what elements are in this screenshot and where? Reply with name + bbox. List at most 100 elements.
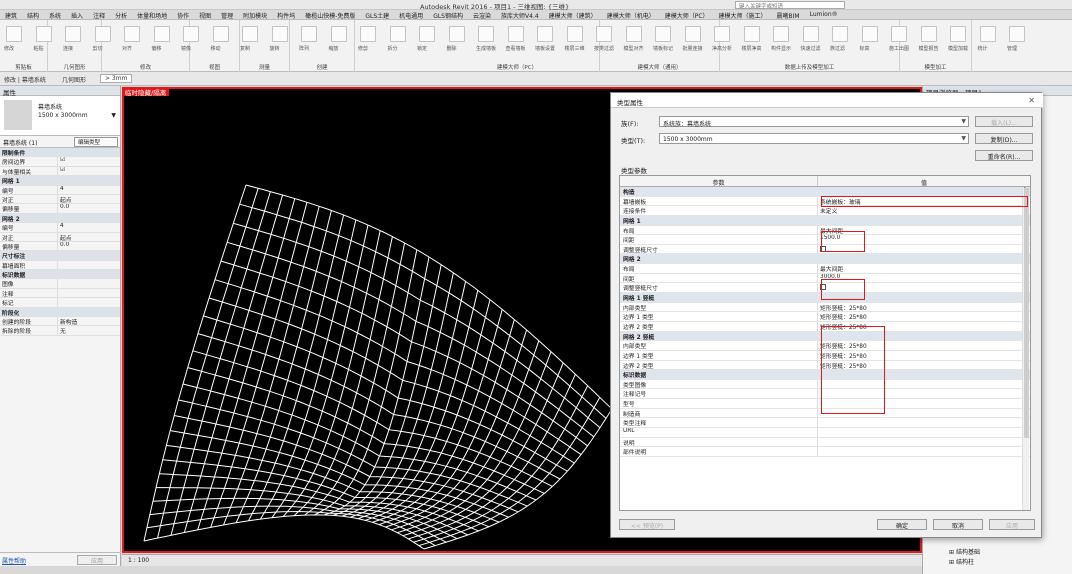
ribbon-button-icon[interactable]: [360, 26, 376, 42]
tab-12[interactable]: 橄榄山快模-免费版: [300, 10, 360, 20]
property-category[interactable]: 标识数据: [0, 270, 120, 280]
param-category[interactable]: 网格 1 竖梃⌃: [620, 293, 1030, 303]
param-value[interactable]: 矩形竖梃：25*80: [818, 312, 1030, 321]
property-value[interactable]: 0.0: [58, 242, 120, 250]
chevron-down-icon[interactable]: ▼: [111, 112, 116, 119]
param-row[interactable]: 注释记号: [620, 389, 1030, 400]
param-value[interactable]: [818, 380, 1030, 389]
param-row[interactable]: 间距 1500.0: [620, 235, 1030, 245]
ribbon-button-icon[interactable]: [271, 26, 288, 42]
ribbon-button-icon[interactable]: [478, 26, 494, 42]
param-row[interactable]: 边界 1 类型 矩形竖梃：25*80: [620, 350, 1030, 361]
param-row[interactable]: 边界 1 类型 矩形竖梃：25*80: [620, 312, 1030, 322]
tab-11[interactable]: 构件坞: [272, 10, 300, 20]
param-row[interactable]: 型号: [620, 399, 1030, 409]
param-value[interactable]: [818, 447, 1030, 456]
tab-9[interactable]: 管理: [216, 10, 238, 20]
ribbon-button-icon[interactable]: [301, 26, 317, 42]
property-row[interactable]: 拆除的阶段无: [0, 326, 120, 336]
tab-13[interactable]: GLS土建: [360, 10, 394, 20]
tab-10[interactable]: 附加模块: [238, 10, 272, 20]
property-category[interactable]: 阶段化: [0, 307, 120, 318]
preview-button[interactable]: << 预览(P): [619, 519, 675, 530]
param-checkbox[interactable]: [818, 283, 1030, 292]
param-row[interactable]: 连接条件 未定义: [620, 206, 1030, 216]
param-row[interactable]: 说明: [620, 437, 1030, 448]
ribbon-button-icon[interactable]: [832, 26, 848, 42]
ok-button[interactable]: 确定: [877, 519, 927, 530]
tab-0[interactable]: 建筑: [0, 10, 22, 20]
property-value[interactable]: 起点: [58, 195, 120, 203]
param-row[interactable]: 调整竖梃尺寸: [620, 283, 1030, 294]
property-value[interactable]: 0.0: [58, 204, 120, 212]
ribbon-button-icon[interactable]: [1009, 26, 1025, 42]
param-value[interactable]: [818, 428, 1030, 437]
property-row[interactable]: 与体量相关 ☑: [0, 166, 120, 177]
property-row[interactable]: 编号 4: [0, 185, 120, 195]
tab-4[interactable]: 注释: [88, 10, 110, 20]
param-value[interactable]: 矩形竖梃：25*80: [818, 322, 1030, 331]
tab-21[interactable]: 建模大师（施工）: [714, 10, 772, 20]
property-category[interactable]: 网格 1: [0, 176, 120, 186]
param-row[interactable]: 布局 最大间距: [620, 225, 1030, 236]
ribbon-button-icon[interactable]: [950, 26, 966, 42]
ribbon-button-icon[interactable]: [65, 26, 81, 42]
property-row[interactable]: 图像: [0, 279, 120, 289]
param-row[interactable]: 布局 最大间距: [620, 264, 1030, 274]
param-value[interactable]: 矩形竖梃：25*80: [818, 361, 1030, 370]
param-row[interactable]: 内部类型 矩形竖梃：25*80: [620, 341, 1030, 351]
checkbox-icon[interactable]: [820, 245, 826, 252]
load-button[interactable]: 载入(L)...: [975, 116, 1033, 127]
param-value[interactable]: [818, 418, 1030, 427]
property-row[interactable]: 偏移量 0.0: [0, 241, 120, 252]
property-row[interactable]: 幕墙面积: [0, 260, 120, 271]
tab-16[interactable]: 云渲染: [468, 10, 496, 20]
param-row[interactable]: 边界 2 类型 矩形竖梃：25*80: [620, 360, 1030, 371]
property-row[interactable]: 对正 起点: [0, 232, 120, 242]
param-value[interactable]: [818, 438, 1030, 447]
expand-icon[interactable]: ⊞: [949, 559, 956, 566]
property-value[interactable]: [58, 261, 120, 269]
ribbon-button-icon[interactable]: [330, 26, 347, 42]
param-value[interactable]: 最大间距: [818, 226, 1030, 235]
properties-help-link[interactable]: 属性帮助: [2, 556, 26, 565]
ribbon-button-icon[interactable]: [625, 26, 642, 42]
tab-18[interactable]: 建模大师（建筑）: [544, 10, 602, 20]
apply-button[interactable]: 应用: [989, 519, 1035, 530]
param-row[interactable]: 类型图像: [620, 379, 1030, 390]
property-row[interactable]: 编号 4: [0, 223, 120, 233]
tab-6[interactable]: 体量和场地: [132, 10, 172, 20]
property-value[interactable]: [58, 289, 120, 297]
param-value[interactable]: 矩形竖梃：25*80: [818, 303, 1030, 312]
property-value[interactable]: 无: [58, 326, 120, 334]
browser-tree-item[interactable]: ⊞ 结构柱: [949, 558, 980, 568]
param-value[interactable]: [818, 409, 1030, 418]
tab-15[interactable]: GLS钢结构: [428, 10, 468, 20]
param-row[interactable]: URL: [620, 428, 1030, 438]
ribbon-button-icon[interactable]: [596, 26, 612, 42]
ribbon-button-icon[interactable]: [655, 26, 671, 42]
properties-apply-button[interactable]: 应用: [77, 555, 117, 565]
param-value[interactable]: 矩形竖梃：25*80: [818, 341, 1030, 350]
ribbon-button-icon[interactable]: [94, 26, 111, 42]
param-checkbox[interactable]: [818, 245, 1030, 254]
ribbon-button-icon[interactable]: [212, 26, 229, 42]
property-row[interactable]: 注释: [0, 288, 120, 299]
tab-8[interactable]: 视图: [194, 10, 216, 20]
property-row[interactable]: 房间边界 ☑: [0, 157, 120, 167]
property-value[interactable]: ☑: [58, 167, 120, 175]
tab-2[interactable]: 系统: [44, 10, 66, 20]
property-category[interactable]: 尺寸标注: [0, 251, 120, 261]
param-category[interactable]: 标识数据⌃: [620, 370, 1030, 380]
ribbon-button-icon[interactable]: [566, 26, 583, 42]
view-scale[interactable]: 1 : 100: [128, 557, 149, 564]
table-scrollbar[interactable]: [1022, 188, 1029, 510]
param-category[interactable]: 网格 1⌃: [620, 215, 1030, 226]
param-value[interactable]: 矩形竖梃：25*80: [818, 351, 1030, 360]
ribbon-button-icon[interactable]: [242, 26, 258, 42]
property-row[interactable]: 创建的阶段 新构造: [0, 317, 120, 327]
tab-17[interactable]: 族库大师V4.4: [496, 10, 544, 20]
param-category[interactable]: 构造⌃: [620, 187, 1030, 197]
ribbon-button-icon[interactable]: [802, 26, 819, 42]
property-row[interactable]: 对正 起点: [0, 194, 120, 205]
